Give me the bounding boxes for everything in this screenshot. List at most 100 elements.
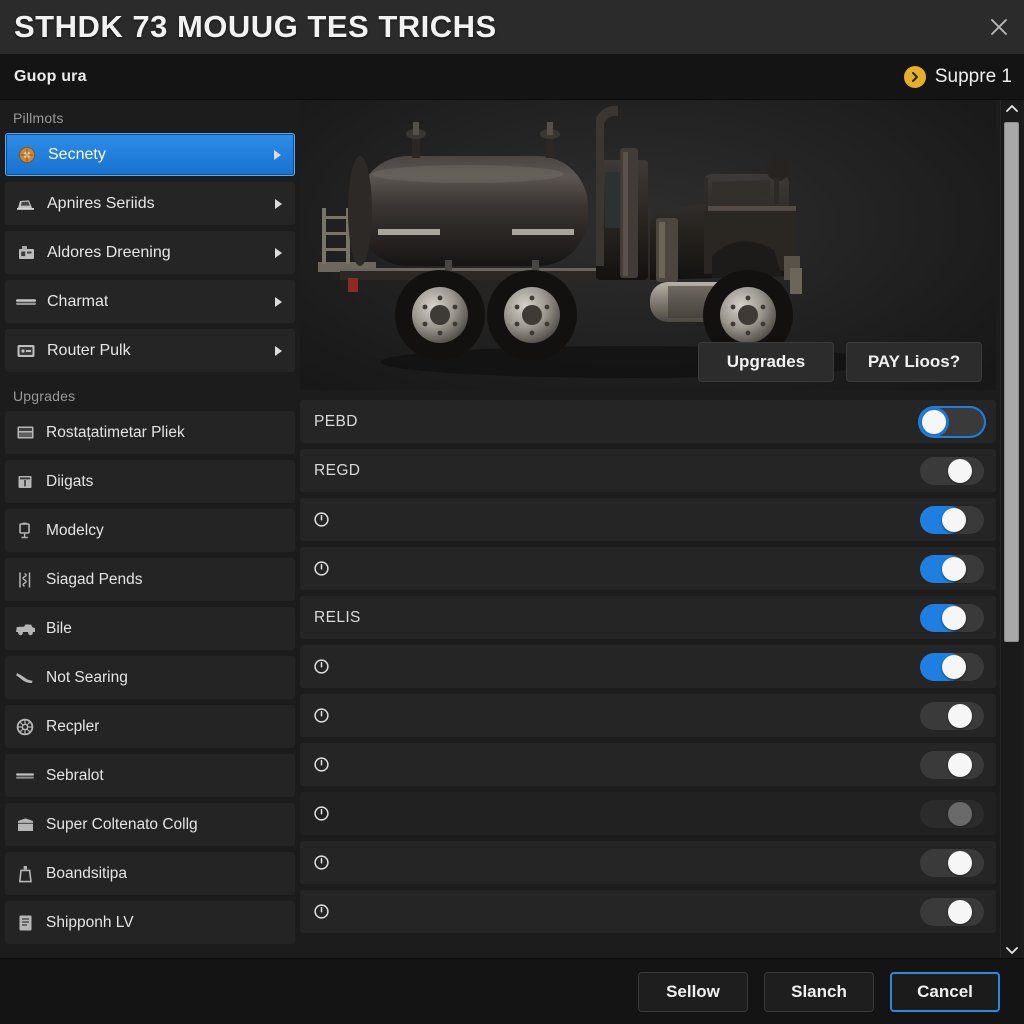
dialog-body: Pillmots Secnety Apnires Seriids Aldores… — [0, 100, 1024, 958]
upgrade-item-boandsitipa[interactable]: Boandsitipa — [5, 852, 295, 895]
box-icon — [13, 815, 37, 835]
sidebar-item-secnety[interactable]: Secnety — [5, 133, 295, 176]
upgrade-item-shipponh-lv[interactable]: Shipponh LV — [5, 901, 295, 944]
setting-label: RELIS — [314, 608, 361, 626]
sidebar-item-label: Charmat — [47, 292, 109, 310]
clock-icon — [314, 806, 329, 821]
setting-row[interactable] — [300, 547, 996, 590]
scrollbar-track[interactable] — [1001, 116, 1022, 942]
content-column: Upgrades PAY Lioos? PEBD REGD RELIS — [300, 100, 1024, 958]
setting-toggle[interactable] — [920, 848, 984, 877]
preview-action-buttons: Upgrades PAY Lioos? — [698, 342, 982, 382]
clock-icon — [314, 708, 329, 723]
setting-toggle[interactable] — [920, 603, 984, 632]
setting-row[interactable]: REGD — [300, 449, 996, 492]
chevron-right-icon — [272, 197, 285, 211]
setting-row[interactable]: RELIS — [300, 596, 996, 639]
emblem-icon — [15, 144, 39, 166]
upgrade-item-not-searing[interactable]: Not Searing — [5, 656, 295, 699]
setting-toggle[interactable] — [920, 799, 984, 828]
dialog-footer: Sellow Slanch Cancel — [0, 958, 1024, 1024]
upgrade-item-diigats[interactable]: Diigats — [5, 460, 295, 503]
setting-row[interactable] — [300, 792, 996, 835]
upgrades-button[interactable]: Upgrades — [698, 342, 834, 382]
sidebar-item-label: Apnires Seriids — [47, 194, 155, 212]
suspension-icon — [13, 570, 37, 590]
setting-row[interactable] — [300, 694, 996, 737]
clock-icon — [314, 904, 329, 919]
setting-toggle[interactable] — [920, 897, 984, 926]
chevron-down-icon[interactable] — [1005, 942, 1018, 958]
setting-toggle[interactable] — [920, 505, 984, 534]
sellow-button[interactable]: Sellow — [638, 971, 748, 1012]
setting-row[interactable] — [300, 498, 996, 541]
setting-row[interactable] — [300, 890, 996, 933]
setting-label: PEBD — [314, 412, 358, 430]
document-icon — [13, 913, 37, 933]
chevron-right-icon — [272, 295, 285, 309]
setting-row[interactable] — [300, 841, 996, 884]
chevron-up-icon[interactable] — [1005, 100, 1018, 116]
slanch-button[interactable]: Slanch — [764, 971, 874, 1012]
upgrade-item-super-coltenato-collg[interactable]: Super Coltenato Collg — [5, 803, 295, 846]
upgrade-item-label: Siagad Pends — [46, 570, 143, 588]
window-title: STHDK 73 MOUUG TES TRICHS — [14, 9, 497, 44]
support-label: Suppre 1 — [934, 65, 1012, 87]
sidebar-item-label: Secnety — [48, 145, 106, 163]
setting-row[interactable] — [300, 645, 996, 688]
close-icon[interactable] — [984, 12, 1014, 42]
setting-row[interactable] — [300, 743, 996, 786]
clock-icon — [314, 659, 329, 674]
setting-toggle[interactable] — [920, 750, 984, 779]
clock-icon — [314, 757, 329, 772]
mirror-icon — [13, 521, 37, 541]
upgrades-group-heading: Upgrades — [13, 388, 76, 404]
sidebar-item-charmat[interactable]: Charmat — [5, 280, 295, 323]
bumper-icon — [14, 291, 38, 313]
upgrade-item-label: Not Searing — [46, 668, 128, 686]
upgrade-item-label: Sebralot — [46, 766, 104, 784]
upgrade-item-label: Recpler — [46, 717, 100, 735]
chevron-right-icon — [271, 148, 284, 162]
engine-block-icon — [14, 242, 38, 264]
setting-toggle[interactable] — [920, 456, 984, 485]
upgrade-item-bile[interactable]: Bile — [5, 607, 295, 650]
seat-icon — [13, 668, 37, 688]
vehicle-preview: Upgrades PAY Lioos? — [300, 100, 996, 390]
truck-icon — [13, 619, 37, 639]
sidebar-item-apnires-seriids[interactable]: Apnires Seriids — [5, 182, 295, 225]
vertical-scrollbar[interactable] — [1000, 100, 1022, 958]
vehicle-customization-window: STHDK 73 MOUUG TES TRICHS Guop ura Suppr… — [0, 0, 1024, 1024]
setting-toggle[interactable] — [920, 554, 984, 583]
setting-toggle[interactable] — [920, 652, 984, 681]
sub-header: Guop ura Suppre 1 — [0, 54, 1024, 100]
upgrade-item-siagad-pends[interactable]: Siagad Pends — [5, 558, 295, 601]
upgrade-item-modelcy[interactable]: Modelcy — [5, 509, 295, 552]
upgrade-item-recpler[interactable]: Recpler — [5, 705, 295, 748]
scrollbar-thumb[interactable] — [1004, 122, 1019, 642]
settings-list: PEBD REGD RELIS — [300, 390, 996, 958]
clock-icon — [314, 855, 329, 870]
wheel-icon — [13, 717, 37, 737]
panel-icon — [14, 340, 38, 362]
chevron-right-icon — [272, 246, 285, 260]
upgrade-item-rostatatimetar-pliek[interactable]: Rostațatimetar Pliek — [5, 411, 295, 454]
setting-toggle[interactable] — [920, 407, 984, 436]
cancel-button[interactable]: Cancel — [890, 971, 1000, 1012]
upgrade-item-label: Diigats — [46, 472, 94, 490]
sidebar-item-router-pulk[interactable]: Router Pulk — [5, 329, 295, 372]
upgrade-item-label: Rostațatimetar Pliek — [46, 423, 185, 441]
grille-icon — [13, 472, 37, 492]
upgrade-item-label: Bile — [46, 619, 72, 637]
window-panel-icon — [13, 423, 37, 443]
upgrade-item-sebralot[interactable]: Sebralot — [5, 754, 295, 797]
setting-label: REGD — [314, 461, 361, 479]
truck-cab-icon — [14, 193, 38, 215]
support-indicator[interactable]: Suppre 1 — [903, 65, 1014, 88]
bar-icon — [13, 766, 37, 786]
setting-row[interactable]: PEBD — [300, 400, 996, 443]
tank-icon — [13, 864, 37, 884]
setting-toggle[interactable] — [920, 701, 984, 730]
sidebar-item-aldores-dreening[interactable]: Aldores Dreening — [5, 231, 295, 274]
payloads-button[interactable]: PAY Lioos? — [846, 342, 982, 382]
